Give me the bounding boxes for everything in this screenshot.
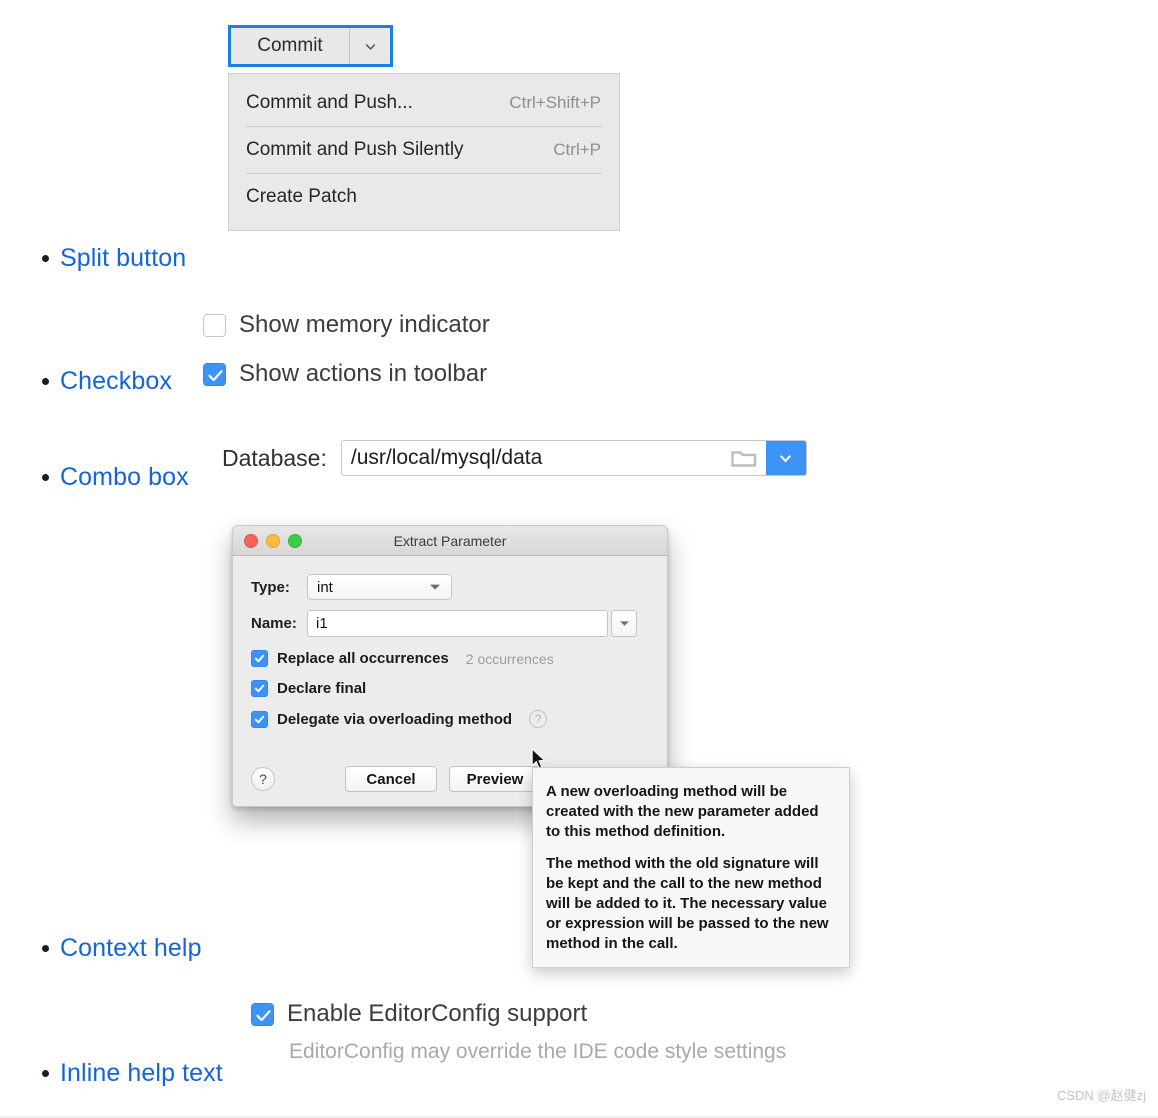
bullet-label[interactable]: Split button <box>60 246 186 271</box>
watermark: CSDN @赵健zj <box>1056 1088 1146 1103</box>
bullet-dot-icon <box>42 1070 49 1077</box>
editorconfig-hint-text: EditorConfig may override the IDE code s… <box>289 1040 787 1063</box>
menu-item-shortcut: Ctrl+Shift+P <box>509 93 601 112</box>
checkbox-show-actions-in-toolbar[interactable]: Show actions in toolbar <box>203 360 487 388</box>
check-icon <box>254 715 265 723</box>
checkbox-checked-icon[interactable] <box>251 650 268 667</box>
name-combo-arrow-button[interactable] <box>611 610 637 637</box>
menu-item-shortcut: Ctrl+P <box>553 140 601 159</box>
menu-item-commit-and-push-silently[interactable]: Commit and Push Silently Ctrl+P <box>229 127 619 173</box>
bullet-split-button: Split button <box>42 246 186 271</box>
tooltip-paragraph: The method with the old signature will b… <box>546 854 829 952</box>
check-icon <box>254 684 265 693</box>
combo-box-label: Database: <box>222 444 327 471</box>
checkbox-show-memory-indicator[interactable]: Show memory indicator <box>203 311 490 339</box>
checkbox-checked-icon[interactable] <box>203 362 226 386</box>
bullet-dot-icon <box>42 945 49 952</box>
checkbox-label: Declare final <box>277 680 367 697</box>
bullet-context-help: Context help <box>42 936 202 961</box>
combo-box-arrow-button[interactable] <box>765 441 806 475</box>
folder-icon <box>731 451 757 467</box>
bullet-label[interactable]: Context help <box>60 936 202 961</box>
triangle-down-icon <box>430 584 440 590</box>
type-field-row: Type: int <box>251 574 647 600</box>
checkbox-declare-final[interactable]: Declare final <box>251 680 647 697</box>
split-button-arrow[interactable] <box>349 28 390 64</box>
bullet-label[interactable]: Checkbox <box>60 369 172 394</box>
type-select-value: int <box>317 578 333 596</box>
preview-button[interactable]: Preview <box>449 766 541 792</box>
context-help-icon[interactable]: ? <box>529 710 548 728</box>
menu-item-label: Commit and Push Silently <box>246 139 464 160</box>
bullet-inline-help-text: Inline help text <box>42 1061 223 1086</box>
checkbox-checked-icon[interactable] <box>251 710 268 728</box>
checkbox-replace-all-occurrences[interactable]: Replace all occurrences 2 occurrences <box>251 650 647 667</box>
chevron-down-icon <box>365 43 375 50</box>
checkbox-label: Show actions in toolbar <box>239 360 488 387</box>
checkbox-enable-editorconfig-support[interactable]: Enable EditorConfig support <box>251 1000 587 1028</box>
menu-item-commit-and-push[interactable]: Commit and Push... Ctrl+Shift+P <box>229 80 619 126</box>
browse-button[interactable] <box>722 441 766 475</box>
dialog-body: Type: int Name: i1 Replace all occurrenc… <box>233 556 667 744</box>
name-combo[interactable]: i1 <box>307 610 637 637</box>
menu-item-label: Create Patch <box>246 186 357 207</box>
chevron-down-icon <box>780 454 792 462</box>
bullet-dot-icon <box>42 255 49 262</box>
split-button-main[interactable]: Commit <box>231 28 349 64</box>
tooltip-paragraph: A new overloading method will be created… <box>546 783 819 840</box>
check-icon <box>208 369 223 381</box>
bullet-label[interactable]: Combo box <box>60 465 189 490</box>
name-input[interactable]: i1 <box>307 610 608 637</box>
occurrences-count: 2 occurrences <box>465 650 554 667</box>
dialog-help-button[interactable]: ? <box>251 767 275 791</box>
check-icon <box>254 654 265 663</box>
cancel-button[interactable]: Cancel <box>345 766 437 792</box>
checkbox-checked-icon[interactable] <box>251 1002 274 1026</box>
name-field-label: Name: <box>251 615 297 632</box>
bullet-checkbox: Checkbox <box>42 369 172 394</box>
menu-item-label: Commit and Push... <box>246 92 413 113</box>
name-field-row: Name: i1 <box>251 610 647 637</box>
type-field-label: Type: <box>251 578 290 596</box>
checkbox-label: Replace all occurrences <box>277 650 449 667</box>
checkbox-label: Delegate via overloading method <box>277 710 513 728</box>
close-button-icon[interactable] <box>244 533 258 548</box>
bullet-combo-box: Combo box <box>42 465 189 490</box>
type-select[interactable]: int <box>307 574 452 600</box>
combo-box-row: Database: /usr/local/mysql/data <box>222 440 807 476</box>
split-button[interactable]: Commit <box>228 25 393 67</box>
page-canvas: Commit Commit and Push... Ctrl+Shift+P C… <box>0 0 1158 1118</box>
minimize-button-icon[interactable] <box>266 533 280 548</box>
checkbox-checked-icon[interactable] <box>251 680 268 697</box>
context-help-tooltip: A new overloading method will be created… <box>532 767 850 968</box>
check-icon <box>256 1009 271 1021</box>
triangle-down-icon <box>619 621 629 626</box>
zoom-button-icon[interactable] <box>288 533 302 548</box>
split-button-menu[interactable]: Commit and Push... Ctrl+Shift+P Commit a… <box>228 73 620 231</box>
menu-item-create-patch[interactable]: Create Patch <box>229 174 619 220</box>
combo-box-input[interactable]: /usr/local/mysql/data <box>342 441 722 475</box>
checkbox-delegate-via-overloading-method[interactable]: Delegate via overloading method ? <box>251 710 647 728</box>
dialog-titlebar[interactable]: Extract Parameter <box>233 526 667 556</box>
extract-parameter-dialog[interactable]: Extract Parameter Type: int Name: i1 Rep… <box>232 525 668 807</box>
window-controls[interactable] <box>244 533 302 548</box>
bullet-dot-icon <box>42 378 49 385</box>
combo-box[interactable]: /usr/local/mysql/data <box>340 440 807 476</box>
checkbox-unchecked-icon[interactable] <box>203 313 226 337</box>
bullet-dot-icon <box>42 474 49 481</box>
checkbox-label: Show memory indicator <box>239 311 490 338</box>
bullet-label[interactable]: Inline help text <box>60 1061 223 1086</box>
checkbox-label: Enable EditorConfig support <box>287 1000 588 1027</box>
